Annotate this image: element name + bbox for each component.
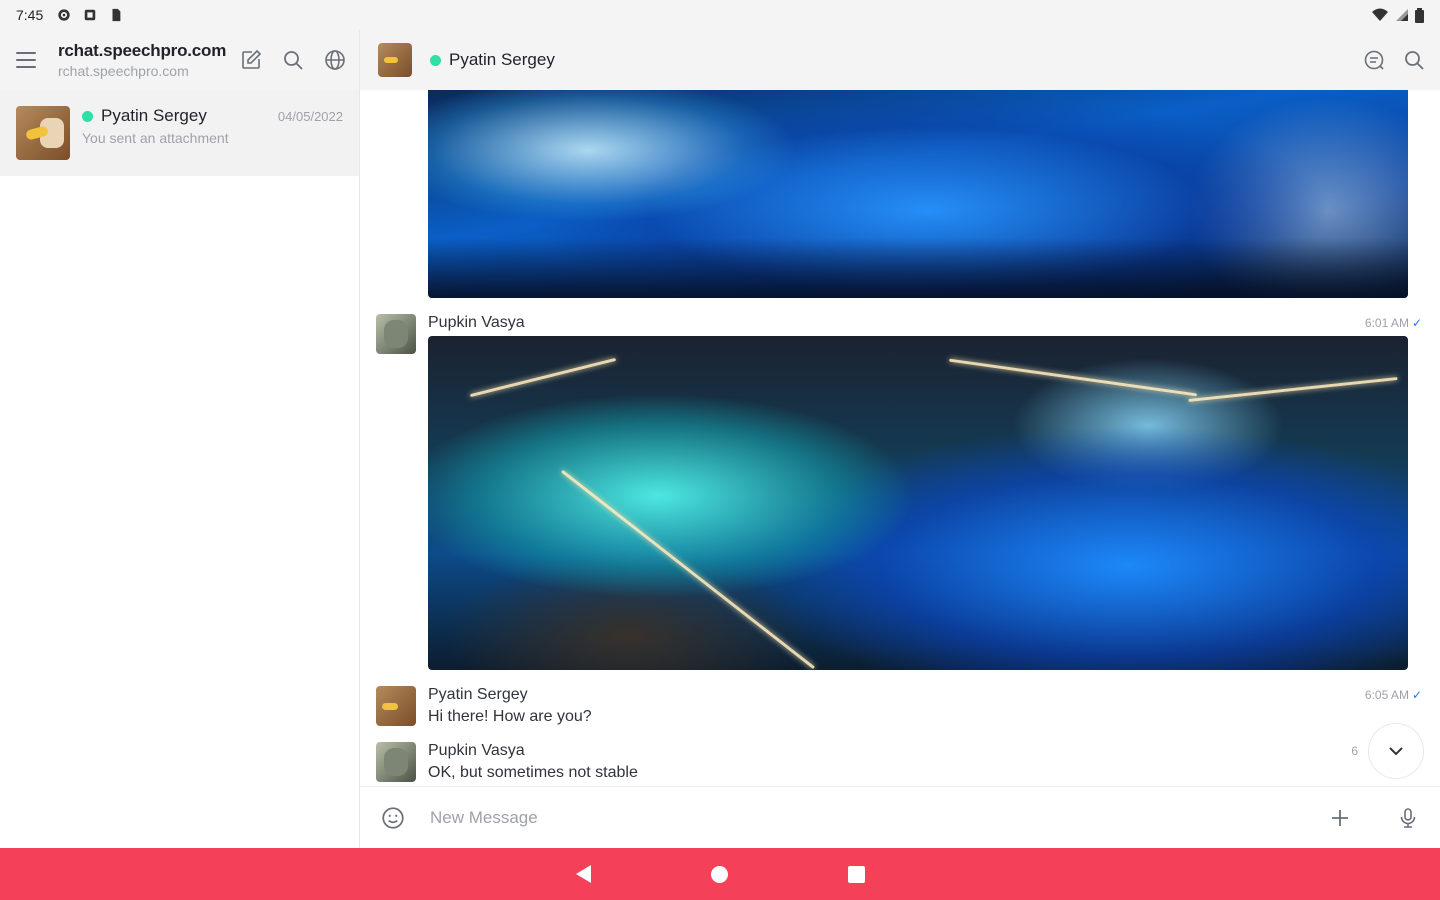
plus-icon[interactable]: [1328, 806, 1352, 830]
room-header: Pyatin Sergey: [360, 30, 1440, 90]
image-attachment[interactable]: [428, 336, 1408, 670]
settings-icon: [58, 9, 70, 21]
room-date: 04/05/2022: [277, 108, 343, 124]
wifi-icon: [1372, 8, 1388, 21]
threads-icon[interactable]: [1362, 48, 1386, 72]
message-username[interactable]: Pupkin Vasya: [428, 742, 638, 760]
status-bar: 7:45: [0, 0, 1440, 30]
notification-icon: [85, 9, 96, 21]
sidebar: rchat.speechpro.com rchat.speechpro.com …: [0, 30, 360, 848]
online-status-icon: [82, 110, 93, 122]
scroll-to-bottom-button[interactable]: [1368, 723, 1424, 779]
room-title[interactable]: Pyatin Sergey: [449, 50, 555, 70]
status-time: 7:45: [16, 7, 44, 23]
room-last-message: You sent an attachment: [82, 130, 229, 146]
search-icon[interactable]: [1402, 48, 1426, 72]
message-time-label: 6: [1351, 744, 1358, 758]
message-composer: [360, 786, 1440, 848]
server-name: rchat.speechpro.com: [58, 41, 227, 60]
system-navigation-bar: [0, 848, 1440, 900]
image-attachment[interactable]: [428, 90, 1408, 298]
message-text: Hi there! How are you?: [428, 708, 592, 725]
server-info[interactable]: rchat.speechpro.com rchat.speechpro.com: [58, 41, 239, 79]
globe-icon[interactable]: [323, 48, 347, 72]
message-time-label: 6:01 AM: [1364, 316, 1409, 330]
sd-card-icon: [112, 8, 121, 22]
avatar[interactable]: [378, 43, 412, 77]
message-list[interactable]: Pupkin Vasya 6:01 AM ✓ Pyatin Sergey Hi t…: [360, 90, 1440, 786]
read-receipt-icon: ✓: [1411, 688, 1422, 702]
message: Pupkin Vasya OK, but sometimes not stabl…: [376, 742, 638, 782]
server-url: rchat.speechpro.com: [58, 63, 189, 79]
status-indicators: [1371, 7, 1424, 23]
message-text: OK, but sometimes not stable: [428, 764, 638, 781]
message-username[interactable]: Pupkin Vasya: [428, 314, 525, 332]
battery-icon: [1415, 7, 1424, 23]
avatar[interactable]: [376, 742, 416, 782]
sidebar-header: rchat.speechpro.com rchat.speechpro.com: [0, 30, 359, 90]
avatar[interactable]: [376, 314, 416, 354]
room-name: Pyatin Sergey: [101, 106, 207, 125]
chevron-down-icon: [1389, 747, 1403, 756]
back-icon[interactable]: [575, 865, 591, 883]
message-time-label: 6:05 AM: [1364, 688, 1409, 702]
message-input[interactable]: [430, 807, 1328, 828]
chat-panel: Pyatin Sergey Pupkin Vasya 6:01 AM ✓ Pyat…: [360, 30, 1440, 848]
mic-icon[interactable]: [1396, 806, 1420, 830]
avatar: [16, 106, 70, 160]
message-time: 6:01 AM ✓: [1365, 316, 1422, 330]
edit-icon[interactable]: [239, 48, 263, 72]
message-time: 6:05 AM ✓: [1365, 688, 1422, 702]
home-icon[interactable]: [710, 865, 728, 883]
read-receipt-icon: ✓: [1411, 316, 1422, 330]
signal-icon: [1396, 9, 1408, 21]
message: Pyatin Sergey Hi there! How are you?: [376, 686, 592, 726]
message-time: 6: [1351, 744, 1358, 758]
search-icon[interactable]: [281, 48, 305, 72]
recent-apps-icon[interactable]: [847, 865, 865, 883]
avatar[interactable]: [376, 686, 416, 726]
message-username[interactable]: Pyatin Sergey: [428, 686, 592, 704]
emoji-icon[interactable]: [380, 805, 406, 831]
menu-icon[interactable]: [16, 52, 36, 68]
online-status-icon: [430, 54, 441, 66]
room-list-item[interactable]: Pyatin Sergey 04/05/2022 You sent an att…: [0, 90, 359, 176]
